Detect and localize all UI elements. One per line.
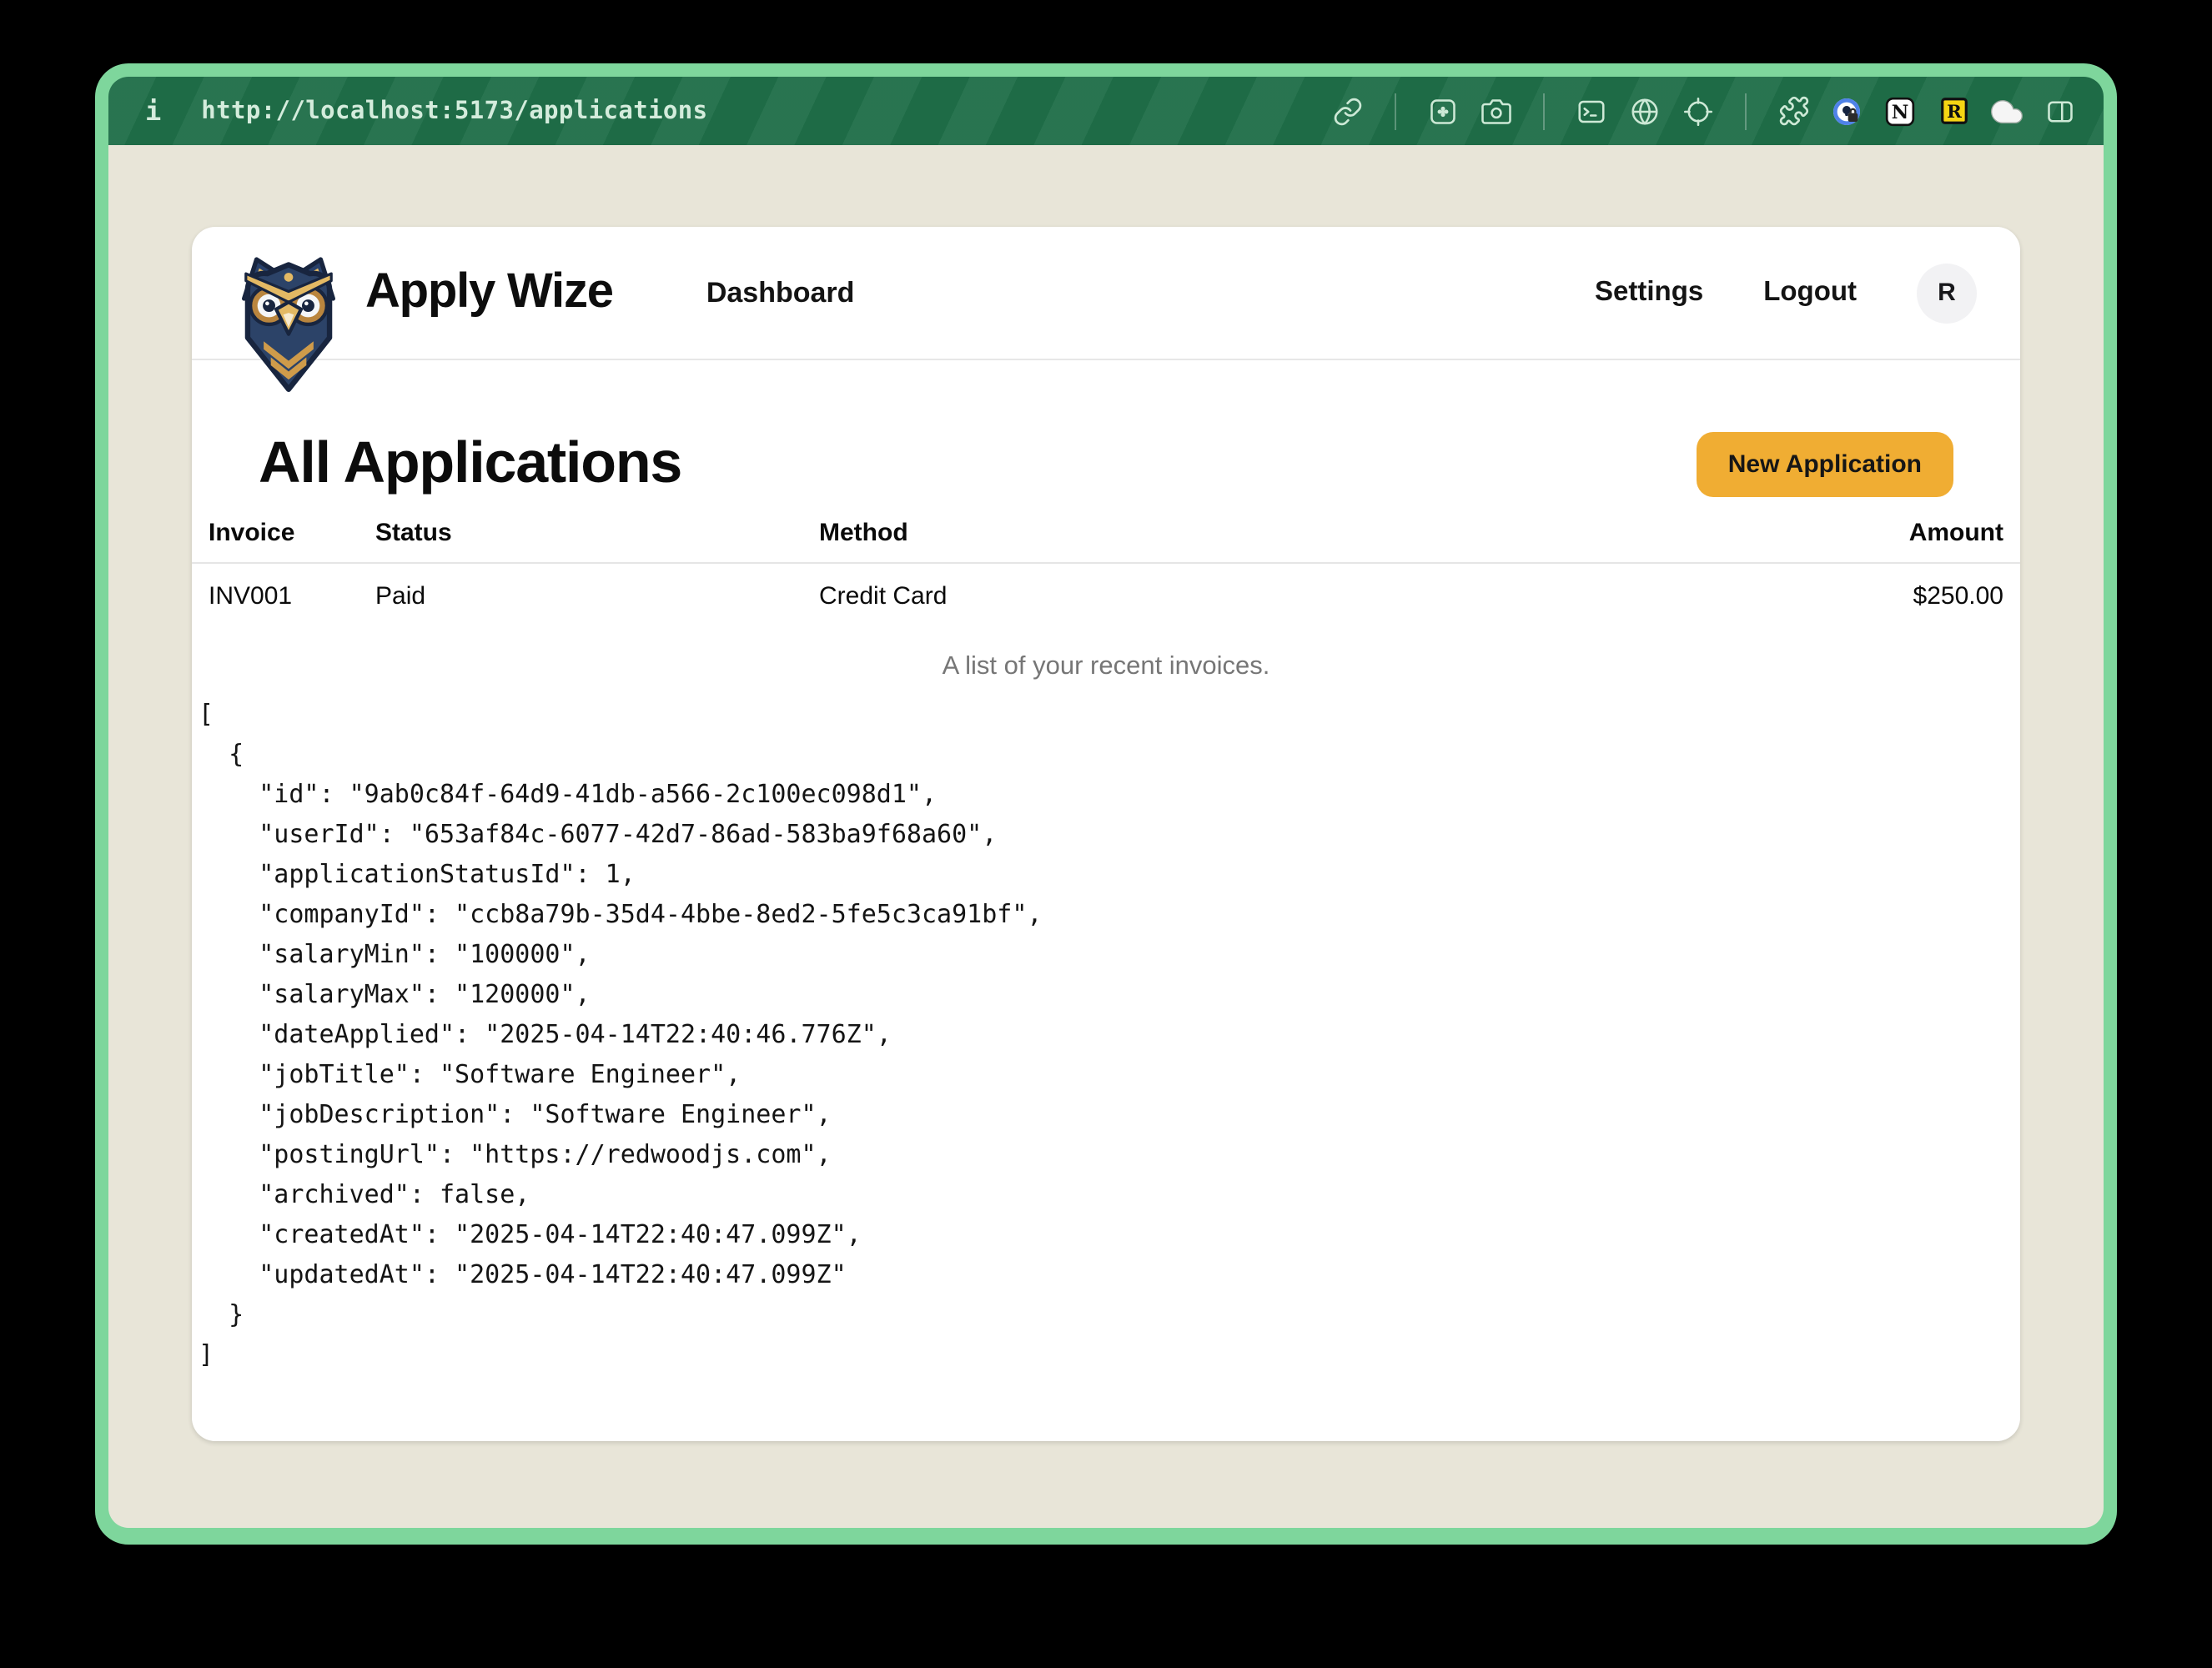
title-row: All Applications New Application	[259, 430, 1953, 497]
gallery-icon[interactable]	[1426, 94, 1460, 128]
cell-status: Paid	[359, 563, 802, 629]
app-card: Apply Wize Dashboard Settings Logout R A…	[192, 227, 2020, 1441]
page-title: All Applications	[259, 430, 681, 497]
nav-logout[interactable]: Logout	[1763, 277, 1857, 309]
crosshair-icon[interactable]	[1682, 94, 1715, 128]
toolbar-separator	[1395, 93, 1396, 129]
invoices-table: Invoice Status Method Amount INV001 Paid…	[192, 504, 2020, 629]
cloud-icon[interactable]	[1990, 94, 2023, 128]
page-background: Apply Wize Dashboard Settings Logout R A…	[108, 145, 2104, 1528]
table-caption: A list of your recent invoices.	[192, 652, 2020, 682]
avatar[interactable]: R	[1917, 263, 1977, 323]
camera-icon[interactable]	[1480, 94, 1513, 128]
toolbar-icons: N R	[1331, 93, 2077, 129]
browser-window: i http://localhost:5173/applications	[95, 63, 2117, 1545]
json-debug-output: [ { "id": "9ab0c84f-64d9-41db-a566-2c100…	[192, 694, 2020, 1374]
main-content: All Applications New Application Invoice…	[192, 430, 2020, 1374]
cell-invoice: INV001	[192, 563, 359, 629]
header-right-nav: Settings Logout R	[1595, 263, 1977, 323]
nav-settings[interactable]: Settings	[1595, 277, 1703, 309]
app-header: Apply Wize Dashboard Settings Logout R	[192, 227, 2020, 360]
onepassword-icon[interactable]	[1830, 94, 1863, 128]
column-header-method: Method	[802, 504, 1620, 563]
column-header-amount: Amount	[1620, 504, 2020, 563]
new-application-button[interactable]: New Application	[1697, 431, 1953, 496]
split-view-icon[interactable]	[2044, 94, 2077, 128]
link-icon[interactable]	[1331, 94, 1365, 128]
apply-wize-owl-logo-icon[interactable]	[235, 250, 342, 400]
nav-dashboard[interactable]: Dashboard	[706, 276, 855, 309]
terminal-icon[interactable]	[1575, 94, 1608, 128]
info-icon[interactable]: i	[145, 95, 161, 127]
retroarch-icon[interactable]: R	[1937, 94, 1970, 128]
cell-method: Credit Card	[802, 563, 1620, 629]
cell-amount: $250.00	[1620, 563, 2020, 629]
browser-toolbar: i http://localhost:5173/applications	[108, 77, 2104, 145]
notion-icon[interactable]: N	[1883, 94, 1917, 128]
toolbar-separator	[1543, 93, 1545, 129]
table-row[interactable]: INV001 Paid Credit Card $250.00	[192, 563, 2020, 629]
toolbar-separator	[1745, 93, 1747, 129]
url-field[interactable]: http://localhost:5173/applications	[201, 98, 707, 124]
table-header-row: Invoice Status Method Amount	[192, 504, 2020, 563]
brand-title[interactable]: Apply Wize	[365, 265, 613, 320]
extensions-puzzle-icon[interactable]	[1777, 94, 1810, 128]
desktop: i http://localhost:5173/applications	[0, 0, 2212, 1668]
column-header-status: Status	[359, 504, 802, 563]
svg-text:R: R	[1946, 102, 1961, 123]
column-header-invoice: Invoice	[192, 504, 359, 563]
globe-icon[interactable]	[1628, 94, 1662, 128]
svg-text:N: N	[1892, 101, 1909, 123]
